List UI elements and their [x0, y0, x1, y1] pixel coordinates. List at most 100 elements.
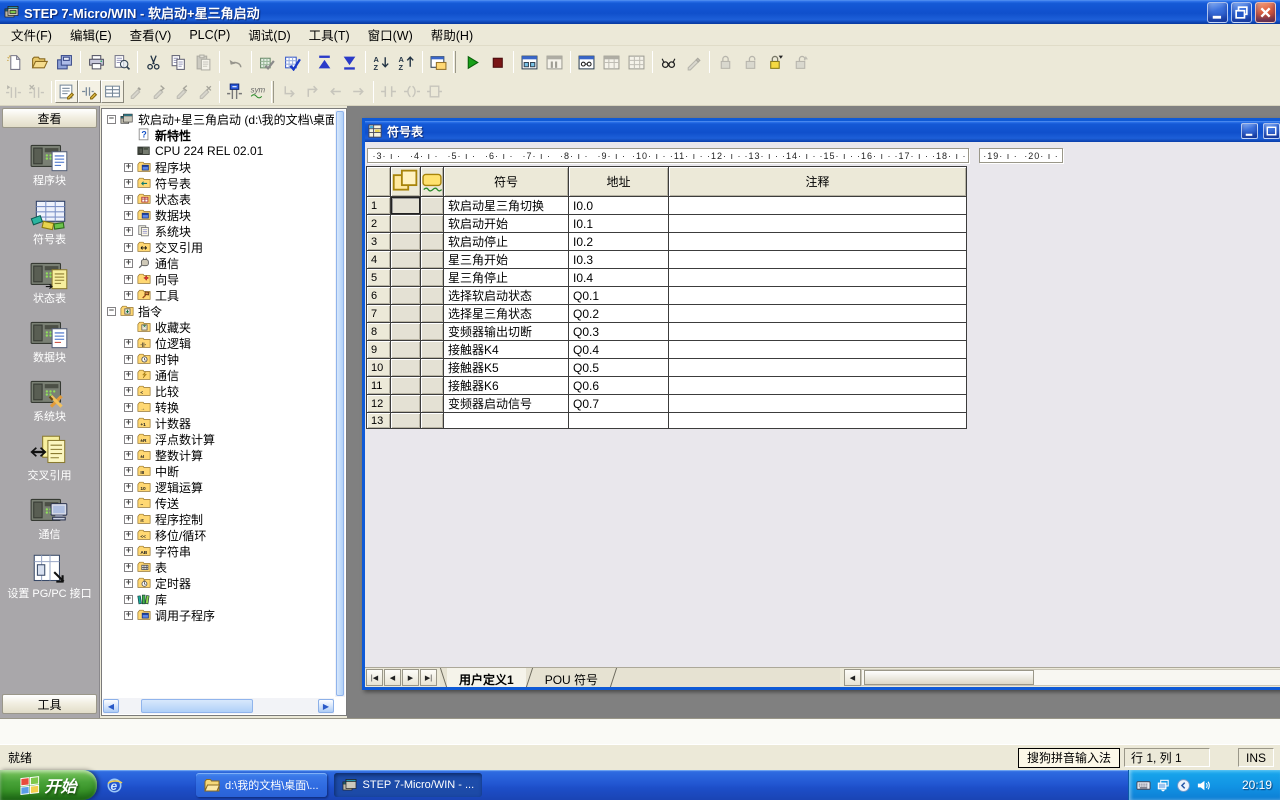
- symbolic-addressing-button[interactable]: sym: [246, 80, 269, 103]
- address-cell[interactable]: I0.3: [569, 251, 669, 269]
- tree-item[interactable]: +~传送: [104, 495, 334, 511]
- comment-cell[interactable]: [669, 251, 967, 269]
- symbol-flag-cell[interactable]: [391, 215, 421, 233]
- row-number-cell[interactable]: 9: [367, 341, 391, 359]
- menu-item[interactable]: 查看(V): [121, 22, 181, 47]
- navbar-item-7[interactable]: 通信: [0, 494, 99, 541]
- symbol-flag-cell[interactable]: [391, 377, 421, 395]
- symbol-flag-cell[interactable]: [391, 359, 421, 377]
- table-row[interactable]: 3软启动停止I0.2: [367, 233, 967, 251]
- address-flag-cell[interactable]: [421, 377, 444, 395]
- taskbar-task-2[interactable]: STEP 7-Micro/WIN - ...: [334, 773, 483, 797]
- address-flag-cell[interactable]: [421, 413, 444, 429]
- network-table-button[interactable]: [223, 80, 246, 103]
- row-number-cell[interactable]: 11: [367, 377, 391, 395]
- table-row[interactable]: 12变频器启动信号Q0.7: [367, 395, 967, 413]
- menu-item[interactable]: PLC(P): [180, 25, 239, 45]
- tab-previous-button[interactable]: ◀: [384, 669, 401, 686]
- symbol-cell[interactable]: 软启动开始: [444, 215, 569, 233]
- tree-item[interactable]: ++1计数器: [104, 415, 334, 431]
- menu-item[interactable]: 调试(D): [239, 22, 299, 47]
- row-number-cell[interactable]: 7: [367, 305, 391, 323]
- tree-expand-toggle[interactable]: +: [124, 387, 133, 396]
- tree-item[interactable]: +rt程序控制: [104, 511, 334, 527]
- tree-expand-toggle[interactable]: +: [124, 291, 133, 300]
- tree-item[interactable]: +通信: [104, 255, 334, 271]
- comment-cell[interactable]: [669, 215, 967, 233]
- address-cell[interactable]: I0.1: [569, 215, 669, 233]
- tree-expand-toggle[interactable]: −: [107, 307, 116, 316]
- tree-item[interactable]: −指令: [104, 303, 334, 319]
- navbar-item-2[interactable]: 符号表: [0, 199, 99, 246]
- compile-button[interactable]: [255, 50, 280, 75]
- comment-cell[interactable]: [669, 305, 967, 323]
- tree-expand-toggle[interactable]: +: [124, 195, 133, 204]
- table-row[interactable]: 10接触器K5Q0.5: [367, 359, 967, 377]
- table-row[interactable]: 2软启动开始I0.1: [367, 215, 967, 233]
- copy-button[interactable]: [166, 50, 191, 75]
- tree-vertical-scrollbar[interactable]: [335, 110, 345, 697]
- tab-last-button[interactable]: ▶|: [420, 669, 437, 686]
- navbar-item-5[interactable]: 系统块: [0, 376, 99, 423]
- address-flag-cell[interactable]: [421, 215, 444, 233]
- tree-item[interactable]: +±I整数计算: [104, 447, 334, 463]
- menu-item[interactable]: 文件(F): [2, 22, 61, 47]
- tree-item[interactable]: +数据块: [104, 207, 334, 223]
- tree-hscroll-right-button[interactable]: ▶: [318, 699, 334, 713]
- chart-status-button[interactable]: [574, 50, 599, 75]
- run-button[interactable]: [460, 50, 485, 75]
- row-number-cell[interactable]: 13: [367, 413, 391, 429]
- tree-expand-toggle[interactable]: +: [124, 435, 133, 444]
- address-cell[interactable]: [569, 413, 669, 429]
- tree-horizontal-scrollbar[interactable]: ◀ ▶: [103, 698, 334, 714]
- pou-comment-button[interactable]: [55, 80, 78, 103]
- comment-cell[interactable]: [669, 287, 967, 305]
- tree-expand-toggle[interactable]: +: [124, 579, 133, 588]
- table-row[interactable]: 5星三角停止I0.4: [367, 269, 967, 287]
- tree-expand-toggle[interactable]: −: [107, 115, 116, 124]
- address-cell[interactable]: Q0.2: [569, 305, 669, 323]
- table-row[interactable]: 11接触器K6Q0.6: [367, 377, 967, 395]
- tree-item[interactable]: +AB字符串: [104, 543, 334, 559]
- tree-item[interactable]: *收藏夹: [104, 319, 334, 335]
- tree-item[interactable]: +定时器: [104, 575, 334, 591]
- address-flag-cell[interactable]: [421, 233, 444, 251]
- tree-expand-toggle[interactable]: +: [124, 451, 133, 460]
- tree-expand-toggle[interactable]: +: [124, 259, 133, 268]
- symbol-cell[interactable]: 变频器输出切断: [444, 323, 569, 341]
- tree-item[interactable]: +程序块: [104, 159, 334, 175]
- address-cell[interactable]: Q0.1: [569, 287, 669, 305]
- print-preview-button[interactable]: [109, 50, 134, 75]
- table-row[interactable]: 13: [367, 413, 967, 429]
- table-hscroll-left-button[interactable]: ◀: [844, 669, 861, 686]
- tree-hscroll-track[interactable]: [119, 699, 318, 713]
- download-button[interactable]: [337, 50, 362, 75]
- comment-cell[interactable]: [669, 377, 967, 395]
- tree-expand-toggle[interactable]: +: [124, 611, 133, 620]
- sheet-tab-2[interactable]: POU 符号: [533, 668, 610, 687]
- tree-expand-toggle[interactable]: +: [124, 163, 133, 172]
- symbol-flag-cell[interactable]: [391, 251, 421, 269]
- tree-hscroll-left-button[interactable]: ◀: [103, 699, 119, 713]
- tree-item[interactable]: −软启动+星三角启动 (d:\我的文档\桌面: [104, 111, 334, 127]
- tree-item[interactable]: +±R浮点数计算: [104, 431, 334, 447]
- symbol-flag-cell[interactable]: [391, 341, 421, 359]
- tree-item[interactable]: +向导: [104, 271, 334, 287]
- tree-item[interactable]: +调用子程序: [104, 607, 334, 623]
- symbol-cell[interactable]: 星三角开始: [444, 251, 569, 269]
- address-flag-cell[interactable]: [421, 197, 444, 215]
- address-cell[interactable]: Q0.6: [569, 377, 669, 395]
- tree-expand-toggle[interactable]: +: [124, 515, 133, 524]
- comment-cell[interactable]: [669, 413, 967, 429]
- address-flag-cell[interactable]: [421, 251, 444, 269]
- address-flag-cell[interactable]: [421, 305, 444, 323]
- menu-item[interactable]: 窗口(W): [359, 22, 422, 47]
- close-button[interactable]: [1255, 2, 1276, 23]
- comment-cell[interactable]: [669, 395, 967, 413]
- address-cell[interactable]: I0.2: [569, 233, 669, 251]
- child-minimize-button[interactable]: [1241, 123, 1258, 139]
- tree-item[interactable]: +时钟: [104, 351, 334, 367]
- tree-item[interactable]: +通信: [104, 367, 334, 383]
- tree-expand-toggle[interactable]: +: [124, 595, 133, 604]
- tree-item[interactable]: +库: [104, 591, 334, 607]
